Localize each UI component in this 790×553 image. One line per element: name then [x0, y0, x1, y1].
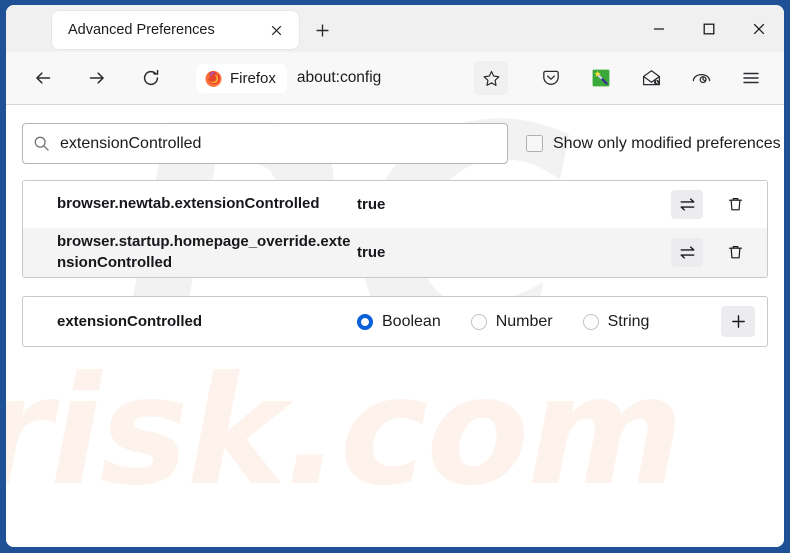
about-config-page: PC risk.com extensionControlled	[6, 105, 784, 547]
search-input[interactable]: extensionControlled	[22, 123, 508, 164]
mail-icon[interactable]	[634, 61, 668, 95]
back-arrow-icon[interactable]	[26, 61, 60, 95]
add-preference-row: extensionControlled Boolean Number Strin…	[22, 296, 768, 348]
desktop-backdrop: Advanced Preferences Firefox about:confi…	[0, 0, 790, 553]
row-actions	[671, 238, 755, 268]
row-actions	[671, 190, 755, 219]
search-icon	[33, 135, 50, 152]
address-bar[interactable]: Firefox about:config	[196, 60, 514, 96]
trash-icon[interactable]	[719, 190, 751, 219]
preference-name: browser.startup.homepage_override.extens…	[57, 233, 351, 271]
window-controls	[634, 5, 784, 52]
preference-value: true	[357, 196, 386, 213]
radio-boolean-indicator[interactable]	[357, 313, 373, 330]
add-preference-button[interactable]	[721, 306, 755, 338]
radio-boolean-label: Boolean	[382, 312, 441, 330]
search-row: extensionControlled Show only modified p…	[22, 123, 781, 164]
search-value: extensionControlled	[60, 134, 202, 152]
close-icon[interactable]	[263, 17, 289, 43]
maximize-button[interactable]	[684, 5, 734, 52]
radio-option-string[interactable]: String	[582, 312, 650, 331]
preferences-table: browser.newtab.extensionControlled true	[22, 180, 768, 279]
show-modified-filter[interactable]: Show only modified preferences	[526, 135, 781, 153]
pocket-icon[interactable]	[534, 61, 568, 95]
forward-arrow-icon[interactable]	[80, 61, 114, 95]
firefox-logo-icon	[204, 69, 223, 88]
radio-number-indicator[interactable]	[470, 313, 487, 330]
radio-string-indicator[interactable]	[582, 313, 599, 330]
watermark-bottom-text: risk.com	[6, 345, 684, 519]
toolbar-actions	[520, 61, 772, 95]
preference-name: browser.newtab.extensionControlled	[57, 195, 320, 213]
url-text[interactable]: about:config	[297, 69, 381, 87]
tab-strip: Advanced Preferences	[6, 5, 784, 52]
new-tab-button[interactable]	[309, 17, 335, 43]
type-radio-group: Boolean Number String	[357, 313, 717, 331]
new-preference-name: extensionControlled	[57, 313, 203, 331]
extension-magic-wand-icon[interactable]	[584, 61, 618, 95]
show-modified-checkbox[interactable]	[526, 135, 543, 152]
page-content: extensionControlled Show only modified p…	[22, 123, 781, 348]
table-row[interactable]: browser.newtab.extensionControlled true	[23, 181, 767, 228]
hamburger-menu-icon[interactable]	[734, 61, 768, 95]
minimize-button[interactable]	[634, 5, 684, 52]
tab-title: Advanced Preferences	[68, 22, 215, 38]
toggle-swap-icon[interactable]	[671, 190, 703, 219]
brand-label: Firefox	[230, 69, 276, 87]
firefox-brand-chip: Firefox	[196, 63, 287, 93]
browser-window: Advanced Preferences Firefox about:confi…	[6, 5, 784, 547]
table-row[interactable]: browser.startup.homepage_override.extens…	[23, 228, 767, 278]
browser-tab[interactable]: Advanced Preferences	[52, 11, 299, 49]
navigation-toolbar: Firefox about:config	[6, 52, 784, 105]
radio-string-label: String	[607, 312, 650, 330]
show-modified-label: Show only modified preferences	[553, 134, 781, 152]
star-icon[interactable]	[474, 61, 508, 95]
reload-icon[interactable]	[134, 61, 168, 95]
radio-option-number[interactable]: Number	[470, 312, 553, 331]
preference-value: true	[357, 244, 386, 262]
toggle-swap-icon[interactable]	[671, 238, 703, 268]
account-sync-icon[interactable]	[684, 61, 718, 95]
radio-option-boolean[interactable]: Boolean	[357, 313, 441, 331]
close-window-button[interactable]	[734, 5, 784, 52]
trash-icon[interactable]	[719, 238, 751, 267]
radio-number-label: Number	[495, 312, 553, 330]
